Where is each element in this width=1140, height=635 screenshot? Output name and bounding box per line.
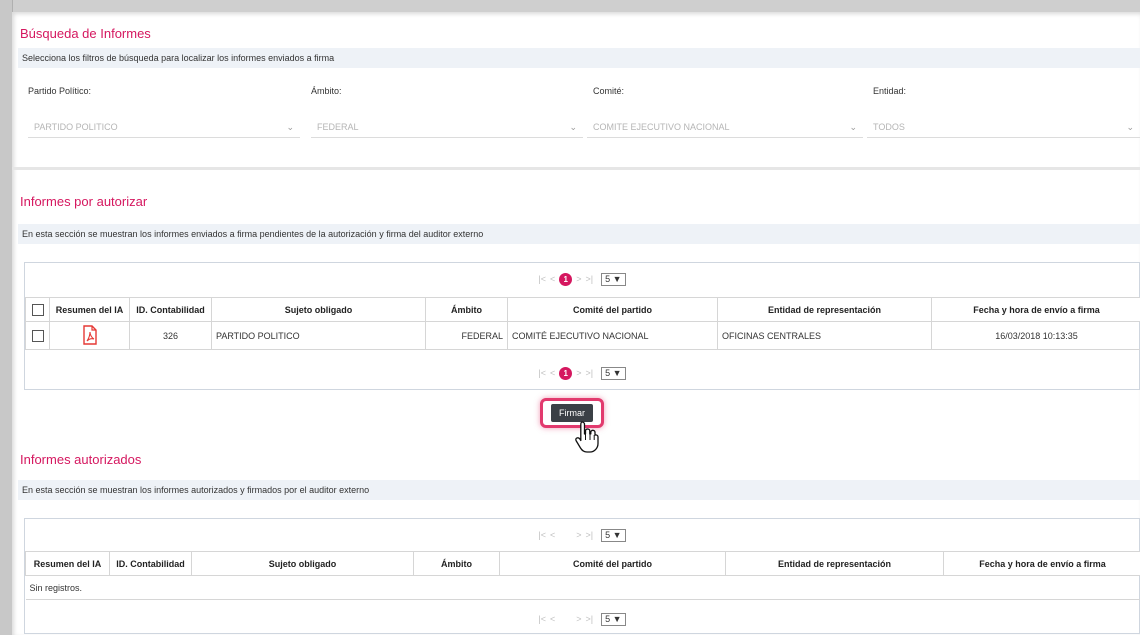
hand-cursor-icon — [574, 420, 600, 459]
row-checkbox[interactable] — [31, 329, 44, 342]
pdf-file-icon[interactable] — [82, 324, 98, 347]
column-header[interactable]: Entidad de representación — [717, 297, 932, 322]
column-header[interactable]: ID. Contabilidad — [129, 297, 212, 322]
authorized-pager-bottom: |< < > >| 5 ▼ — [25, 607, 1139, 631]
authorized-description: En esta sección se muestran los informes… — [18, 480, 1140, 500]
column-header[interactable]: ID. Contabilidad — [109, 551, 192, 576]
page-size-value: 5 — [605, 367, 611, 378]
page-size-select[interactable]: 5 ▼ — [601, 528, 626, 542]
first-page-button[interactable]: |< — [538, 368, 546, 378]
next-page-button[interactable]: > — [576, 274, 581, 284]
search-section-title: Búsqueda de Informes — [20, 26, 151, 41]
filter-label-ambito: Ámbito: — [311, 86, 342, 96]
partido-select[interactable]: PARTIDO POLITICO ⌄ — [28, 116, 300, 138]
select-all-checkbox[interactable] — [31, 303, 44, 316]
filter-label-comite: Comité: — [593, 86, 625, 96]
pending-table: Resumen del IA ID. Contabilidad Sujeto o… — [25, 297, 1140, 350]
column-header[interactable]: Comité del partido — [507, 297, 718, 322]
pending-section-title: Informes por autorizar — [20, 194, 148, 209]
pending-pager-top: |< < 1 > >| 5 ▼ — [25, 267, 1139, 291]
last-page-button[interactable]: >| — [586, 274, 594, 284]
entidad-select[interactable]: TODOS ⌄ — [867, 116, 1140, 138]
pdf-cell[interactable] — [49, 321, 130, 350]
column-header[interactable]: Resumen del IA — [25, 551, 110, 576]
prev-page-button[interactable]: < — [550, 530, 555, 540]
next-page-button[interactable]: > — [576, 368, 581, 378]
next-page-button[interactable]: > — [576, 614, 581, 624]
column-header[interactable]: Ámbito — [425, 297, 508, 322]
page-size-select[interactable]: 5 ▼ — [601, 366, 626, 380]
authorized-pager-top: |< < > >| 5 ▼ — [25, 523, 1139, 547]
authorized-table-box: |< < > >| 5 ▼ Resumen del IA ID. Contabi… — [24, 518, 1140, 634]
screenshot-frame: Búsqueda de Informes Selecciona los filt… — [0, 0, 1140, 635]
chevron-down-icon: ⌄ — [286, 122, 294, 132]
column-header[interactable]: Entidad de representación — [725, 551, 944, 576]
next-page-button[interactable]: > — [576, 530, 581, 540]
ambito-select[interactable]: FEDERAL ⌄ — [311, 116, 583, 138]
column-header[interactable]: Ámbito — [413, 551, 500, 576]
table-row: Sin registros. — [25, 575, 1140, 600]
column-header[interactable]: Comité del partido — [499, 551, 726, 576]
last-page-button[interactable]: >| — [586, 614, 594, 624]
column-header[interactable]: Resumen del IA — [49, 297, 130, 322]
table-row[interactable]: 326 PARTIDO POLITICO FEDERAL COMITÉ EJEC… — [25, 321, 1140, 350]
first-page-button[interactable]: |< — [538, 614, 546, 624]
select-all-cell[interactable] — [25, 297, 50, 322]
fecha-cell: 16/03/2018 10:13:35 — [931, 321, 1140, 350]
first-page-button[interactable]: |< — [538, 530, 546, 540]
chevron-down-icon: ⌄ — [1126, 122, 1134, 132]
page-size-value: 5 — [605, 529, 611, 540]
comite-select[interactable]: COMITE EJECUTIVO NACIONAL ⌄ — [587, 116, 863, 138]
ambito-select-value: FEDERAL — [317, 122, 359, 132]
page-size-select[interactable]: 5 ▼ — [601, 272, 626, 286]
authorized-section-title: Informes autorizados — [20, 452, 142, 467]
entidad-select-value: TODOS — [873, 122, 905, 132]
filter-label-entidad: Entidad: — [873, 86, 907, 96]
filter-label-partido: Partido Político: — [28, 86, 92, 96]
last-page-button[interactable]: >| — [586, 530, 594, 540]
table-header-row: Resumen del IA ID. Contabilidad Sujeto o… — [25, 297, 1140, 322]
search-instructions: Selecciona los filtros de búsqueda para … — [18, 48, 1140, 68]
page-size-select[interactable]: 5 ▼ — [601, 612, 626, 626]
row-select-cell[interactable] — [25, 321, 50, 350]
current-page-button[interactable]: 1 — [559, 366, 573, 380]
entidad-cell: OFICINAS CENTRALES — [717, 321, 932, 350]
pending-table-box: |< < 1 > >| 5 ▼ Resumen del IA ID. Conta… — [24, 262, 1140, 390]
prev-page-button[interactable]: < — [550, 368, 555, 378]
chevron-down-icon: ⌄ — [849, 122, 857, 132]
id-cell: 326 — [129, 321, 212, 350]
chevron-down-icon: ⌄ — [569, 122, 577, 132]
page: Búsqueda de Informes Selecciona los filt… — [12, 12, 1140, 635]
comite-select-value: COMITE EJECUTIVO NACIONAL — [593, 122, 730, 132]
prev-page-button[interactable]: < — [550, 274, 555, 284]
window-edge-top — [0, 0, 1140, 12]
partido-select-value: PARTIDO POLITICO — [34, 122, 118, 132]
current-page-button[interactable]: 1 — [559, 272, 573, 286]
page-size-value: 5 — [605, 273, 611, 284]
comite-cell: COMITÉ EJECUTIVO NACIONAL — [507, 321, 718, 350]
page-size-value: 5 — [605, 613, 611, 624]
sujeto-cell: PARTIDO POLITICO — [211, 321, 426, 350]
column-header[interactable]: Sujeto obligado — [211, 297, 426, 322]
empty-row-text: Sin registros. — [25, 575, 1140, 600]
pending-description: En esta sección se muestran los informes… — [18, 224, 1140, 244]
first-page-button[interactable]: |< — [538, 274, 546, 284]
column-header[interactable]: Fecha y hora de envío a firma — [943, 551, 1140, 576]
prev-page-button[interactable]: < — [550, 614, 555, 624]
table-header-row: Resumen del IA ID. Contabilidad Sujeto o… — [25, 551, 1140, 576]
authorized-table: Resumen del IA ID. Contabilidad Sujeto o… — [25, 551, 1140, 600]
column-header[interactable]: Fecha y hora de envío a firma — [931, 297, 1140, 322]
last-page-button[interactable]: >| — [586, 368, 594, 378]
section-divider — [12, 167, 1140, 170]
column-header[interactable]: Sujeto obligado — [191, 551, 414, 576]
pending-pager-bottom: |< < 1 > >| 5 ▼ — [25, 361, 1139, 385]
ambito-cell: FEDERAL — [425, 321, 508, 350]
